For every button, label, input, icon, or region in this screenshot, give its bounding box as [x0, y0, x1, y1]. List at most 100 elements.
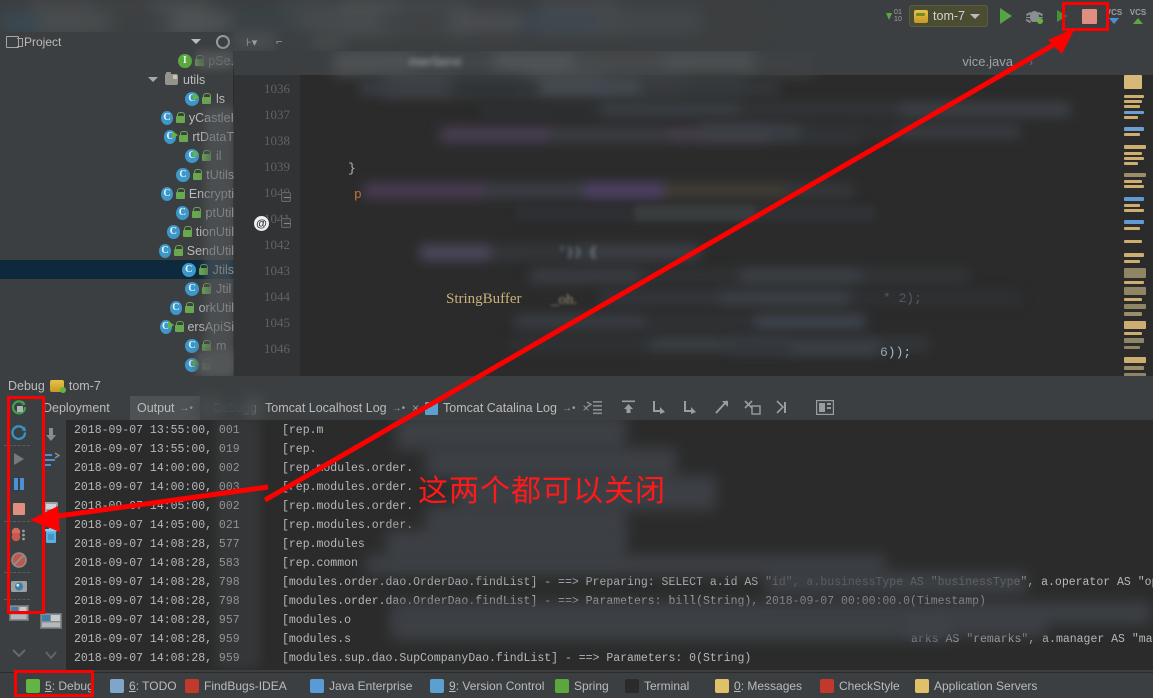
soft-wrap-icon[interactable]	[586, 400, 603, 416]
tree-item[interactable]: CJtils	[0, 260, 234, 279]
pin-icon[interactable]: →•	[392, 403, 406, 414]
pin-icon[interactable]: →•	[562, 403, 576, 414]
log-timestamp: 2018-09-07 14:08:28, 957	[74, 614, 240, 627]
status-item-version-control[interactable]: 9: Version Control	[430, 678, 544, 693]
tree-item[interactable]: CersApiSi	[0, 317, 234, 336]
log-timestamp: 2018-09-07 14:08:28, 583	[74, 557, 240, 570]
code-content[interactable]: } p StringBuffer _oh. * 2); ')) { 6));	[300, 75, 1153, 376]
console-settings-icon[interactable]	[815, 399, 835, 416]
layout-icon[interactable]	[8, 602, 30, 624]
tree-item[interactable]: CEncrypti	[0, 184, 234, 203]
run-config-selector[interactable]: tom-7	[909, 5, 988, 27]
log-message: [modules.o	[282, 614, 352, 627]
tree-item[interactable]: CorkUtil	[0, 298, 234, 317]
status-item-label: 0: Messages	[734, 678, 803, 693]
line-number: 1038	[264, 133, 290, 148]
status-item-messages[interactable]: 0: Messages	[715, 678, 803, 693]
annotation-marker-icon[interactable]: @	[254, 216, 269, 231]
vcs-commit-icon[interactable]: VCS	[1127, 3, 1149, 29]
log-timestamp: 2018-09-07 14:08:28, 959	[74, 652, 240, 665]
tree-item[interactable]: CrtDataT	[0, 127, 234, 146]
stop-icon	[1081, 8, 1097, 24]
stop-button[interactable]	[1076, 3, 1102, 29]
tree-item-utils[interactable]: utils	[0, 70, 234, 89]
status-item-checkstyle[interactable]: CheckStyle	[820, 678, 900, 693]
debug-icon[interactable]	[1021, 3, 1047, 29]
resume-program-icon[interactable]	[8, 448, 30, 470]
project-dropdown-chevron-icon[interactable]	[191, 39, 201, 44]
status-item-application-servers[interactable]: Application Servers	[915, 678, 1037, 693]
scroll-down-left-icon[interactable]	[651, 400, 668, 416]
pause-program-icon[interactable]	[8, 473, 30, 495]
expand-icon[interactable]	[40, 645, 62, 667]
updown-counter-icon[interactable]: 01 10	[880, 3, 908, 29]
tree-item[interactable]: CtionUtil	[0, 222, 234, 241]
view-breakpoints-icon[interactable]	[8, 524, 30, 546]
tree-item[interactable]: CJtil	[0, 279, 234, 298]
editor-gutter[interactable]: 1036 1037 1038 1039 1040 1041 1042 1043 1044 1045…	[234, 75, 300, 376]
debug-toolbar-secondary[interactable]	[36, 395, 66, 670]
tab-tomcat-catalina-log[interactable]: Tomcat Catalina Log →• ×	[418, 396, 596, 420]
stop-icon[interactable]	[8, 498, 30, 520]
print-icon[interactable]	[40, 498, 62, 520]
editor-minimap[interactable]	[1120, 75, 1153, 376]
code-editor[interactable]: vice.java › merServi 1036 1037 1038 1039 104…	[234, 51, 1153, 376]
tab-tomcat-localhost-log[interactable]: Tomcat Localhost Log →• ×	[258, 396, 426, 420]
hide-icon[interactable]: ⊦▾	[246, 36, 257, 49]
status-item-terminal[interactable]: Terminal	[625, 678, 689, 693]
status-item-java-enterprise[interactable]: Java Enterprise	[310, 678, 412, 693]
chevron-down-icon[interactable]	[148, 77, 158, 82]
scroll-down-icon[interactable]	[40, 423, 62, 445]
layered-layout-icon[interactable]	[40, 610, 62, 632]
status-item-spring[interactable]: Spring	[555, 678, 609, 693]
thread-dump-icon[interactable]	[40, 449, 62, 471]
status-item-todo[interactable]: 6: TODO	[110, 678, 177, 693]
toolbar-right-group: 01 10 tom-7 VCS VCS	[879, 0, 1153, 32]
project-tree[interactable]: I pSe. utils ClsCyCastleICrtDataTCilCtUt…	[0, 51, 234, 376]
tab-deployment[interactable]: Deployment	[36, 396, 117, 420]
log-timestamp: 2018-09-07 14:05:00, 021	[74, 519, 240, 532]
vcs-update-icon[interactable]: VCS	[1103, 3, 1125, 29]
mute-breakpoints-icon[interactable]	[8, 549, 30, 571]
status-item-findbugs[interactable]: FindBugs-IDEA	[185, 678, 287, 693]
editor-tab-bar[interactable]: vice.java ›	[234, 51, 1153, 75]
more-options-icon[interactable]	[8, 643, 30, 665]
settings-icon[interactable]	[8, 575, 30, 597]
tree-item[interactable]: CptUtil	[0, 203, 234, 222]
chevron-down-icon	[970, 13, 980, 19]
print-icon-2[interactable]	[775, 400, 792, 416]
collapse-all-icon[interactable]	[216, 34, 230, 49]
run-with-coverage-icon[interactable]	[1049, 3, 1075, 29]
minimap-line	[1124, 312, 1142, 316]
log-line: 2018-09-07 13:55:00, 019 [rep.	[74, 442, 317, 458]
status-item-label: CheckStyle	[839, 678, 900, 693]
tab-output[interactable]: Output →•	[130, 396, 201, 420]
debug-toolbar-primary[interactable]	[0, 395, 36, 670]
restart-icon[interactable]	[8, 422, 30, 444]
rerun-icon[interactable]	[8, 397, 30, 419]
clear-all-icon[interactable]	[40, 524, 62, 546]
status-item-debug[interactable]: 5: Debug	[26, 678, 94, 693]
scroll-up-right-icon[interactable]	[713, 400, 730, 416]
tree-item[interactable]: Cil	[0, 146, 234, 165]
editor-tab-label[interactable]: vice.java	[962, 54, 1013, 69]
class-icon: C	[160, 186, 174, 201]
tree-item[interactable]: CSendUtil	[0, 241, 234, 260]
code-text: p	[354, 187, 362, 202]
code-fold-icon[interactable]	[281, 192, 291, 202]
pin-icon[interactable]: →•	[180, 403, 194, 414]
tree-item[interactable]: CtUtils	[0, 165, 234, 184]
console-log[interactable]: 2018-09-07 13:55:00, 001 [rep.m 2018-09-07…	[66, 420, 1153, 670]
log-message: [modules.s	[282, 633, 352, 646]
run-icon[interactable]	[993, 3, 1019, 29]
class-icon: C	[160, 110, 174, 125]
tree-item[interactable]: Cls	[0, 89, 234, 108]
cut-icon[interactable]	[744, 400, 761, 416]
code-fold-icon[interactable]	[281, 218, 291, 228]
debug-tab-bar[interactable]: Deployment Output →• Debugg Tomcat Local…	[36, 396, 1153, 420]
tree-item[interactable]: CyCastleI	[0, 108, 234, 127]
scroll-to-end-icon[interactable]	[620, 400, 637, 416]
settings-icon[interactable]: ⌐	[276, 36, 282, 48]
line-number: 1039	[264, 159, 290, 174]
scroll-down-right-icon[interactable]	[682, 400, 699, 416]
